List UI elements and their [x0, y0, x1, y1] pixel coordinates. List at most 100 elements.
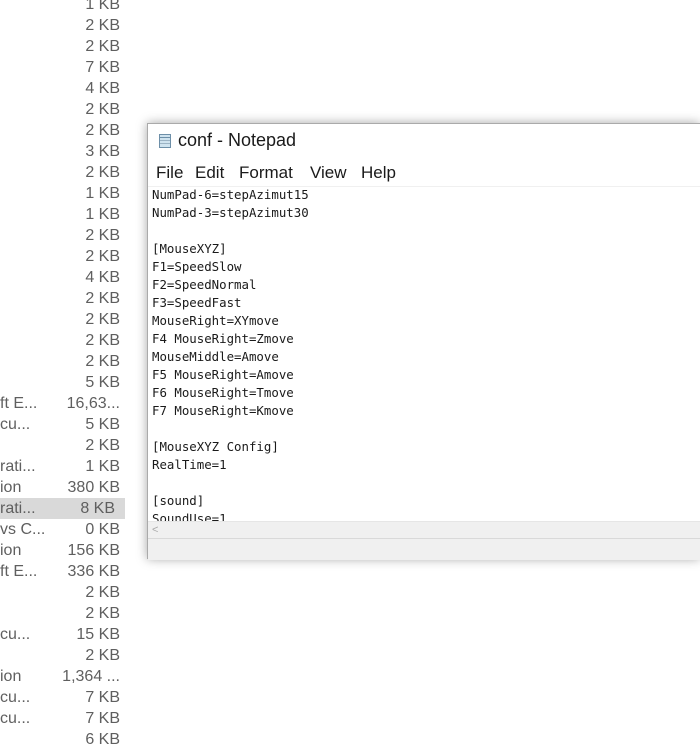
notepad-window[interactable]: conf - Notepad File Edit Format View Help Nu…: [147, 123, 700, 560]
file-type-cell: cu...: [0, 689, 31, 706]
file-size-cell: 2 KB: [85, 248, 120, 265]
file-row[interactable]: 7 KB: [0, 57, 130, 78]
file-row[interactable]: cu... 15 KB: [0, 624, 130, 645]
file-row[interactable]: cu... 5 KB: [0, 414, 130, 435]
file-size-cell: 6 KB: [85, 731, 120, 748]
file-size-cell: 336 KB: [67, 563, 120, 580]
file-size-cell: 1 KB: [85, 185, 120, 202]
chevron-left-icon[interactable]: <: [152, 522, 158, 538]
file-row[interactable]: 2 KB: [0, 351, 130, 372]
file-size-cell: 7 KB: [85, 59, 120, 76]
file-row[interactable]: ft E... 16,63...: [0, 393, 130, 414]
file-size-cell: 2 KB: [85, 311, 120, 328]
file-row[interactable]: 2 KB: [0, 120, 130, 141]
file-row[interactable]: rati... 1 KB: [0, 456, 130, 477]
file-size-cell: 2 KB: [85, 647, 120, 664]
menu-edit[interactable]: Edit: [195, 163, 224, 183]
text-line: F2=SpeedNormal: [152, 277, 257, 292]
file-size-cell: 2 KB: [85, 38, 120, 55]
file-type-cell: cu...: [0, 626, 31, 643]
file-type-cell: rati...: [0, 458, 36, 475]
file-size-cell: 8 KB: [80, 500, 115, 517]
file-size-cell: 380 KB: [67, 479, 120, 496]
file-row[interactable]: vs C... 0 KB: [0, 519, 130, 540]
text-line: F1=SpeedSlow: [152, 259, 242, 274]
file-type-cell: ion: [0, 542, 22, 559]
text-line: MouseMiddle=Amove: [152, 349, 279, 364]
file-row[interactable]: 1 KB: [0, 204, 130, 225]
window-title: conf - Notepad: [178, 130, 297, 150]
text-line: [sound]: [152, 493, 205, 508]
text-line: F7 MouseRight=Kmove: [152, 403, 294, 418]
title-bar[interactable]: conf - Notepad: [148, 124, 700, 160]
file-row[interactable]: 1 KB: [0, 183, 130, 204]
file-size-cell: 5 KB: [85, 416, 120, 433]
menu-format[interactable]: Format: [239, 163, 293, 183]
file-type-cell: ion: [0, 668, 22, 685]
file-row[interactable]: ion 1,364 ...: [0, 666, 130, 687]
file-row[interactable]: rati... 8 KB: [0, 498, 125, 519]
file-row[interactable]: 2 KB: [0, 246, 130, 267]
file-row[interactable]: 2 KB: [0, 99, 130, 120]
file-size-cell: 2 KB: [85, 437, 120, 454]
menu-file[interactable]: File: [156, 163, 183, 183]
file-size-cell: 16,63...: [66, 395, 120, 412]
file-row[interactable]: ion 156 KB: [0, 540, 130, 561]
file-row[interactable]: 5 KB: [0, 372, 130, 393]
text-editor[interactable]: NumPad-6=stepAzimut15 NumPad-3=stepAzimut…: [148, 187, 700, 521]
text-line: F3=SpeedFast: [152, 295, 242, 310]
file-row[interactable]: 2 KB: [0, 582, 130, 603]
menu-help[interactable]: Help: [361, 163, 396, 183]
text-line: F5 MouseRight=Amove: [152, 367, 294, 382]
file-type-cell: ft E...: [0, 563, 38, 580]
file-row[interactable]: 2 KB: [0, 162, 130, 183]
file-type-cell: rati...: [0, 500, 36, 517]
file-size-cell: 7 KB: [85, 710, 120, 727]
file-size-cell: 0 KB: [85, 521, 120, 538]
text-line: MouseRight=XYmove: [152, 313, 279, 328]
file-size-cell: 2 KB: [85, 17, 120, 34]
file-row[interactable]: 2 KB: [0, 225, 130, 246]
file-size-cell: 5 KB: [85, 374, 120, 391]
text-line: SoundUse=1: [152, 511, 227, 521]
file-size-cell: 7 KB: [85, 689, 120, 706]
text-line: [MouseXYZ Config]: [152, 439, 279, 454]
file-row[interactable]: 2 KB: [0, 435, 130, 456]
file-row[interactable]: 4 KB: [0, 267, 130, 288]
file-row[interactable]: 2 KB: [0, 309, 130, 330]
file-type-cell: cu...: [0, 710, 31, 727]
file-row[interactable]: 2 KB: [0, 330, 130, 351]
text-line: F4 MouseRight=Zmove: [152, 331, 294, 346]
file-row[interactable]: 2 KB: [0, 645, 130, 666]
file-row[interactable]: 2 KB: [0, 288, 130, 309]
file-size-cell: 1 KB: [85, 206, 120, 223]
notepad-icon: [159, 134, 171, 148]
file-row[interactable]: 6 KB: [0, 729, 130, 750]
text-line: NumPad-6=stepAzimut15: [152, 187, 309, 202]
file-row[interactable]: 2 KB: [0, 15, 130, 36]
text-line: F6 MouseRight=Tmove: [152, 385, 294, 400]
file-size-cell: 2 KB: [85, 353, 120, 370]
text-line: NumPad-3=stepAzimut30: [152, 205, 309, 220]
file-size-cell: 2 KB: [85, 164, 120, 181]
file-type-cell: ft E...: [0, 395, 38, 412]
file-row[interactable]: ft E... 336 KB: [0, 561, 130, 582]
file-size-cell: 4 KB: [85, 80, 120, 97]
file-type-cell: vs C...: [0, 521, 46, 538]
file-row[interactable]: 3 KB: [0, 141, 130, 162]
menu-view[interactable]: View: [310, 163, 347, 183]
file-row[interactable]: 4 KB: [0, 78, 130, 99]
file-row[interactable]: 2 KB: [0, 603, 130, 624]
text-line: RealTime=1: [152, 457, 227, 472]
horizontal-scrollbar[interactable]: <: [148, 521, 700, 538]
file-size-cell: 2 KB: [85, 290, 120, 307]
file-size-cell: 1 KB: [85, 458, 120, 475]
file-size-cell: 2 KB: [85, 605, 120, 622]
file-type-cell: ion: [0, 479, 22, 496]
status-bar: [148, 538, 700, 560]
file-row[interactable]: 2 KB: [0, 36, 130, 57]
file-row[interactable]: ion 380 KB: [0, 477, 130, 498]
file-row[interactable]: cu... 7 KB: [0, 687, 130, 708]
file-row[interactable]: 1 KB: [0, 0, 130, 15]
file-row[interactable]: cu... 7 KB: [0, 708, 130, 729]
